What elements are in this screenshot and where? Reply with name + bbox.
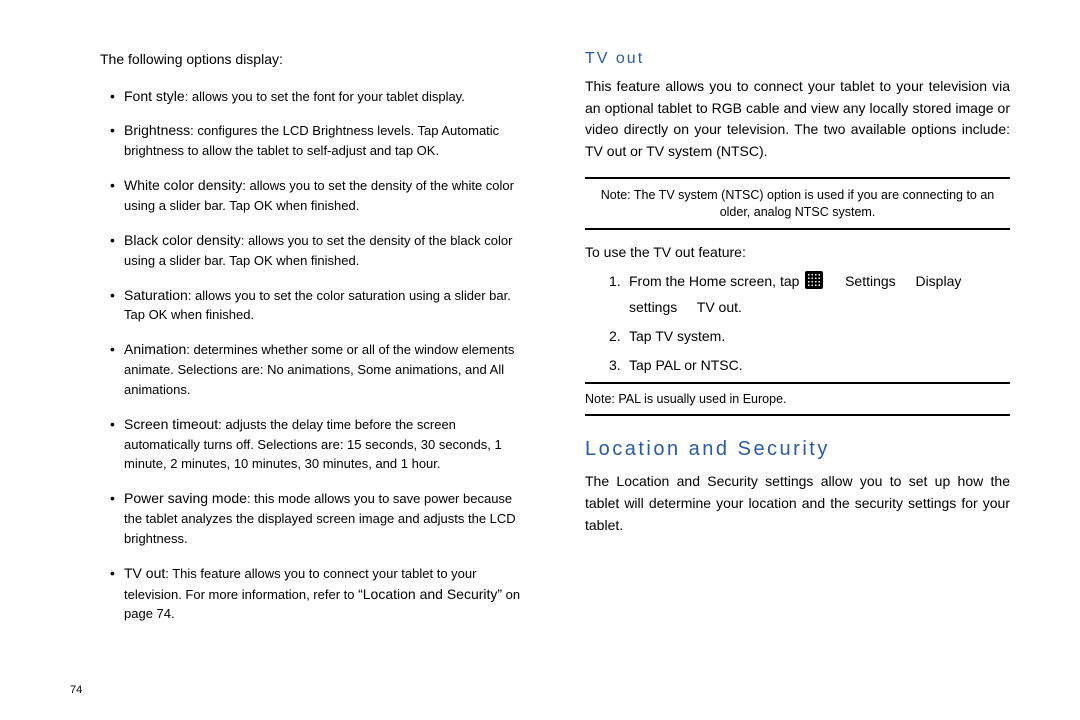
intro-text: The following options display:	[100, 50, 525, 70]
location-security-heading: Location and Security	[585, 438, 1010, 461]
option-title: Font style	[124, 88, 185, 104]
step-mid: or	[680, 357, 700, 373]
divider	[585, 382, 1010, 384]
step-2: Tap TV system.	[609, 323, 1010, 350]
left-column: The following options display: Font styl…	[40, 50, 535, 690]
divider	[585, 177, 1010, 179]
option-saturation: Saturation: allows you to set the color …	[110, 285, 525, 326]
steps-list: From the Home screen, tap Settings Displ…	[585, 268, 1010, 378]
step-text: From the Home screen, tap	[629, 273, 803, 289]
divider	[585, 414, 1010, 416]
step-text: Tap	[629, 328, 655, 344]
option-title: Animation	[124, 341, 186, 357]
option-screen-timeout: Screen timeout: adjusts the delay time b…	[110, 414, 525, 475]
step-ntsc: NTSC	[701, 357, 739, 373]
location-security-paragraph: The Location and Security settings allow…	[585, 471, 1010, 536]
cross-ref: “Location and Security”	[358, 586, 502, 602]
page-number: 74	[70, 684, 82, 696]
options-list: Font style: allows you to set the font f…	[100, 86, 525, 625]
step-tv-system: TV system	[655, 328, 721, 344]
option-title: White color density	[124, 177, 242, 193]
step-1: From the Home screen, tap Settings Displ…	[609, 268, 1010, 321]
option-title: Brightness	[124, 122, 190, 138]
apps-grid-icon	[805, 271, 823, 289]
note-ntsc: Note: The TV system (NTSC) option is use…	[585, 187, 1010, 222]
option-title: Saturation	[124, 287, 188, 303]
step-settings: Settings	[845, 273, 896, 289]
step-tvout: TV out	[697, 299, 738, 315]
option-font-style: Font style: allows you to set the font f…	[110, 86, 525, 107]
option-tv-out: TV out: This feature allows you to conne…	[110, 563, 525, 625]
note-body: The TV system (NTSC) option is used if y…	[634, 188, 994, 220]
divider	[585, 228, 1010, 230]
option-title: Screen timeout	[124, 416, 218, 432]
step-text: Tap	[629, 357, 655, 373]
tv-out-heading: TV out	[585, 50, 1010, 68]
option-brightness: Brightness: configures the LCD Brightnes…	[110, 120, 525, 161]
step-pal: PAL	[655, 357, 680, 373]
option-body: : allows you to set the font for your ta…	[185, 89, 465, 104]
note-label: Note:	[601, 188, 631, 202]
option-white-density: White color density: allows you to set t…	[110, 175, 525, 216]
option-animation: Animation: determines whether some or al…	[110, 339, 525, 400]
tv-out-paragraph: This feature allows you to connect your …	[585, 76, 1010, 163]
step-3: Tap PAL or NTSC.	[609, 352, 1010, 379]
right-column: TV out This feature allows you to connec…	[585, 50, 1040, 690]
option-power-saving: Power saving mode: this mode allows you …	[110, 488, 525, 549]
option-title: TV out	[124, 565, 165, 581]
option-title: Black color density	[124, 232, 241, 248]
option-black-density: Black color density: allows you to set t…	[110, 230, 525, 271]
note-pal: Note: PAL is usually used in Europe.	[585, 392, 1010, 406]
steps-lead: To use the TV out feature:	[585, 244, 1010, 260]
option-title: Power saving mode	[124, 490, 247, 506]
